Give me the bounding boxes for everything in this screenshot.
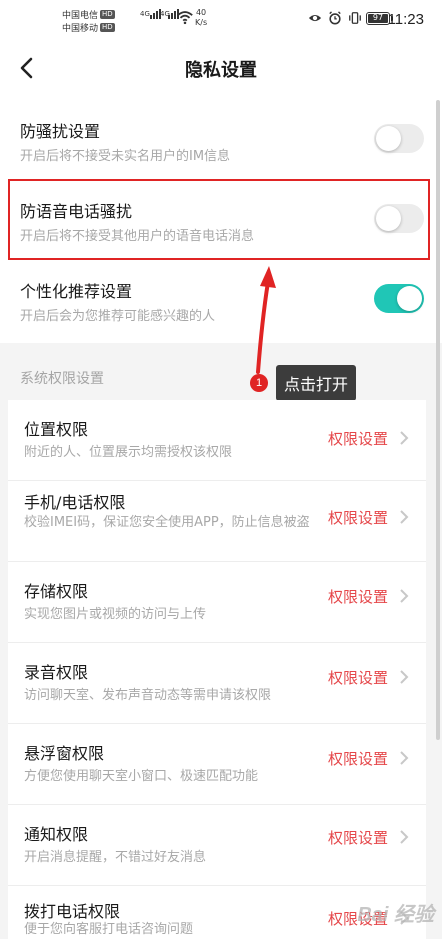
wifi-icon	[177, 11, 193, 25]
carrier-2: 中国移动 HD	[62, 21, 115, 34]
chevron-right-icon	[400, 431, 409, 445]
permission-subtitle: 校验IMEI码，保证您安全使用APP，防止信息被盗	[24, 515, 310, 530]
battery-icon: 97	[366, 12, 393, 25]
annotation-tip: 1 点击打开	[250, 365, 357, 401]
permission-title: 录音权限	[24, 663, 89, 682]
watermark-logo: Bai 经验	[357, 904, 434, 926]
annotation-arrow-icon	[256, 266, 276, 374]
permission-settings-link[interactable]: 权限设置	[328, 667, 388, 688]
status-bar: 中国电信 HD 中国移动 HD 4G 4G 40 K/s 97 11:23	[0, 0, 442, 42]
setting-subtitle: 开启后会为您推荐可能感兴趣的人	[20, 309, 216, 324]
page-title: 隐私设置	[185, 60, 257, 81]
permission-subtitle: 访问聊天室、发布声音动态等需申请该权限	[24, 688, 272, 703]
highlight-box	[8, 179, 430, 260]
eye-icon	[308, 14, 322, 22]
hd-badge: HD	[100, 23, 115, 32]
permission-title: 悬浮窗权限	[24, 744, 105, 763]
section-title: 系统权限设置	[20, 371, 104, 387]
annotation-step-badge: 1	[250, 374, 268, 392]
permission-settings-link[interactable]: 权限设置	[328, 586, 388, 607]
permission-subtitle: 开启消息提醒，不错过好友消息	[24, 850, 207, 865]
annotation-label: 点击打开	[276, 365, 357, 401]
chevron-right-icon	[400, 751, 409, 765]
scrollbar[interactable]	[436, 100, 440, 740]
chevron-right-icon	[400, 830, 409, 844]
setting-personalized-recommendation: 个性化推荐设置 开启后会为您推荐可能感兴趣的人	[0, 260, 442, 340]
permission-subtitle: 方便您使用聊天室小窗口、极速匹配功能	[24, 769, 259, 784]
vibrate-icon	[349, 12, 361, 24]
permission-settings-link[interactable]: 权限设置	[328, 827, 388, 848]
speed-value: 40	[195, 8, 207, 17]
permission-item-phone[interactable]: 手机/电话权限 校验IMEI码，保证您安全使用APP，防止信息被盗 权限设置	[8, 481, 426, 561]
permission-item-floating-window[interactable]: 悬浮窗权限 方便您使用聊天室小窗口、极速匹配功能 权限设置	[8, 724, 426, 804]
chevron-right-icon	[400, 510, 409, 524]
speed-unit: K/s	[195, 18, 208, 27]
permission-item-audio[interactable]: 录音权限 访问聊天室、发布声音动态等需申请该权限 权限设置	[8, 643, 426, 723]
carrier-1-label: 中国电信	[62, 11, 99, 21]
permission-item-notification[interactable]: 通知权限 开启消息提醒，不错过好友消息 权限设置	[8, 805, 426, 885]
status-icons	[308, 11, 362, 25]
chevron-right-icon	[400, 670, 409, 684]
setting-anti-harassment: 防骚扰设置 开启后将不接受未实名用户的IM信息	[0, 100, 442, 180]
clock: 11:23	[387, 11, 424, 28]
permission-item-location[interactable]: 位置权限 附近的人、位置展示均需授权该权限 权限设置	[8, 400, 426, 480]
header: 隐私设置	[0, 42, 442, 100]
carrier-1: 中国电信 HD	[62, 8, 115, 21]
chevron-right-icon	[400, 589, 409, 603]
setting-title: 防骚扰设置	[20, 122, 101, 141]
permission-settings-link[interactable]: 权限设置	[328, 428, 388, 449]
anti-harassment-toggle[interactable]	[374, 124, 424, 153]
carrier-2-label: 中国移动	[62, 24, 99, 34]
network-type-1: 4G	[140, 10, 150, 18]
permission-title: 位置权限	[24, 420, 89, 439]
permission-subtitle: 便于您向客服打电话咨询问题	[24, 922, 194, 937]
battery-level: 97	[372, 13, 384, 22]
permission-title: 拨打电话权限	[24, 902, 121, 921]
setting-title: 个性化推荐设置	[20, 282, 133, 301]
permission-title: 存储权限	[24, 582, 89, 601]
permission-settings-link[interactable]: 权限设置	[328, 748, 388, 769]
permission-subtitle: 附近的人、位置展示均需授权该权限	[24, 445, 233, 460]
personalized-recommendation-toggle[interactable]	[374, 284, 424, 313]
hd-badge: HD	[100, 10, 115, 19]
permission-title: 通知权限	[24, 825, 89, 844]
permission-settings-link[interactable]: 权限设置	[328, 507, 388, 528]
setting-subtitle: 开启后将不接受未实名用户的IM信息	[20, 149, 231, 164]
alarm-icon	[329, 11, 341, 25]
permission-item-storage[interactable]: 存储权限 实现您图片或视频的访问与上传 权限设置	[8, 562, 426, 642]
permission-subtitle: 实现您图片或视频的访问与上传	[24, 607, 207, 622]
permission-title: 手机/电话权限	[24, 493, 126, 512]
network-speed: 40 K/s	[195, 8, 207, 28]
